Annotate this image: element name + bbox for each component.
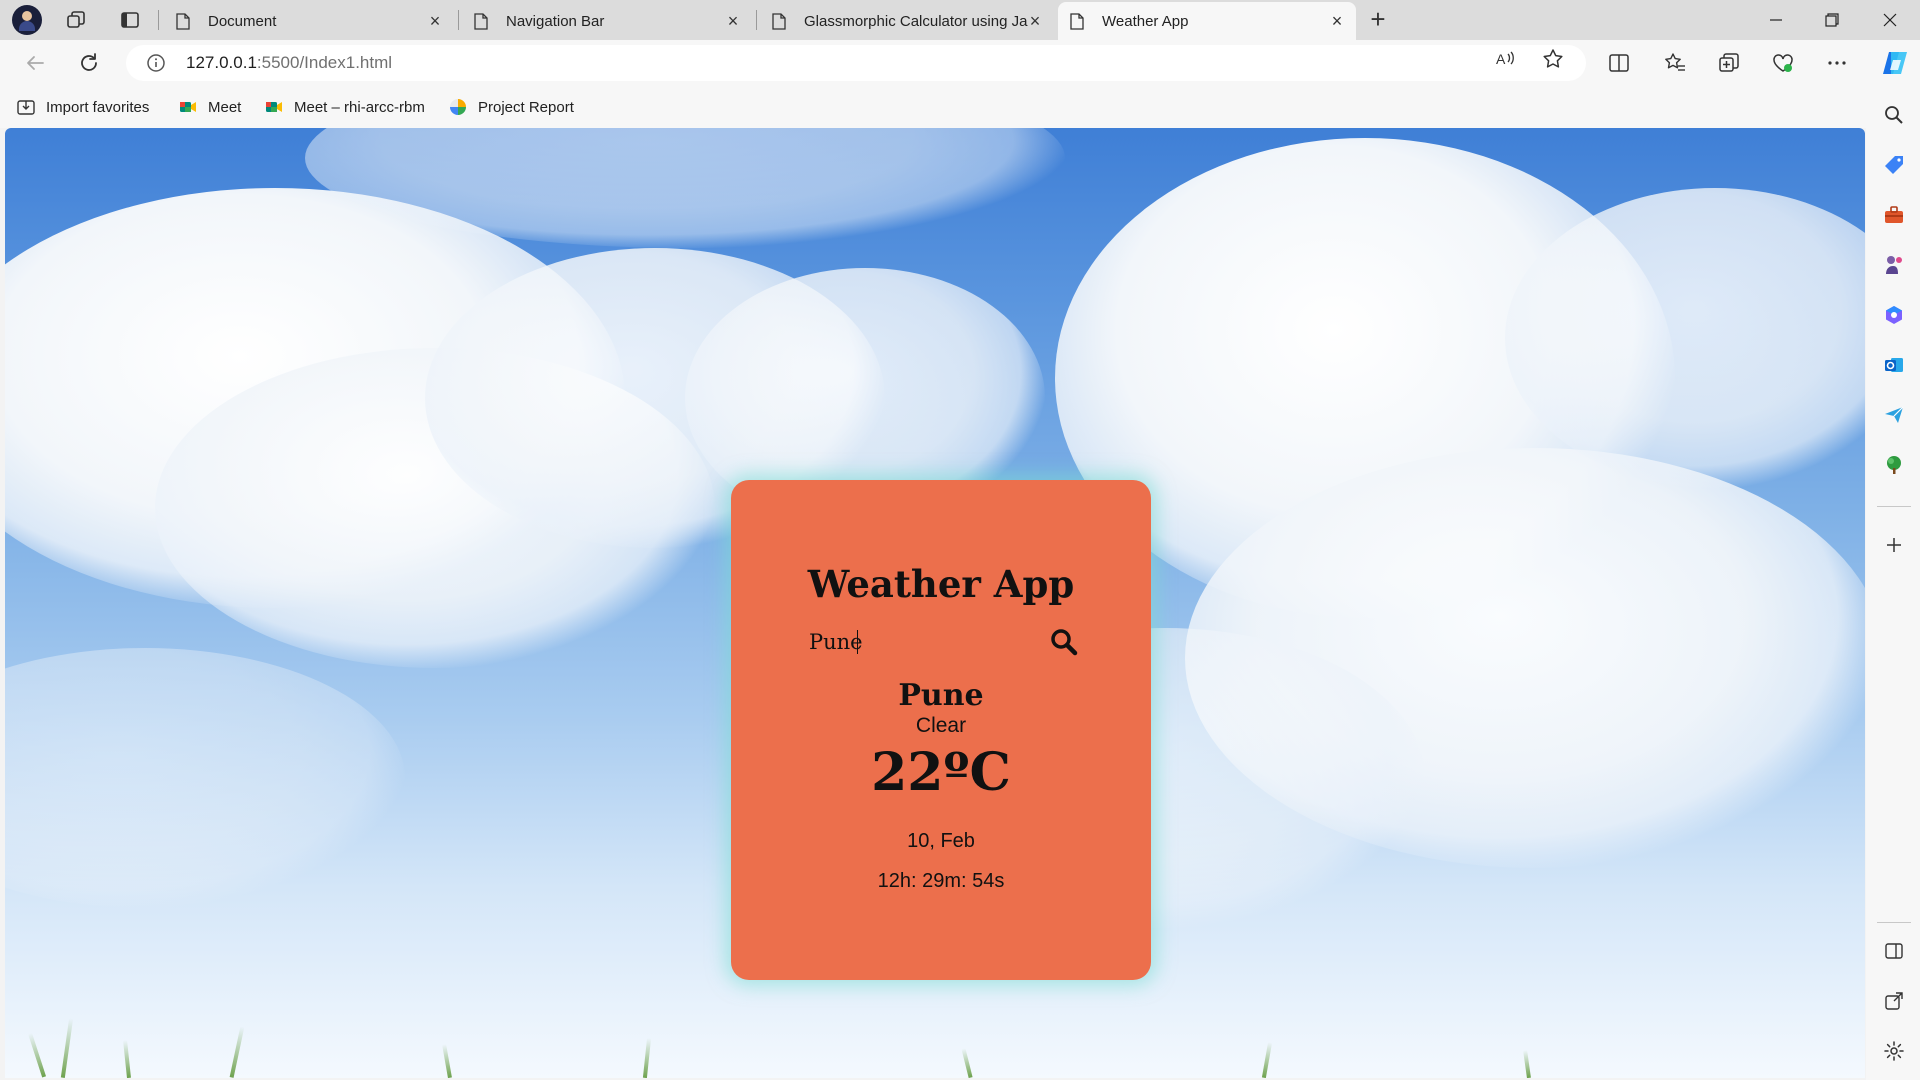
tab-title: Navigation Bar [506,12,605,30]
city-name: Pune [898,678,984,713]
grass-blade [229,1026,245,1078]
sidebar-divider [1877,506,1911,507]
hide-sidebar-icon[interactable] [1883,940,1905,962]
grass-blade [1523,1049,1531,1078]
close-icon[interactable]: × [1028,12,1042,30]
grass-blade [961,1047,973,1078]
collections-icon[interactable] [1718,52,1742,76]
favorite-label: Project Report [478,98,574,116]
url-host: 127.0.0.1 [186,53,257,72]
cloud [5,648,405,908]
split-screen-icon[interactable] [1608,52,1632,76]
send-icon[interactable] [1883,404,1905,426]
tree-icon[interactable] [1883,454,1905,476]
tab-weather-app[interactable]: Weather App × [1058,2,1356,40]
favorite-star-icon[interactable] [1542,48,1564,70]
favorite-meet-rhi-arcc-rbm[interactable]: Meet – rhi-arcc-rbm [264,96,425,118]
read-aloud-icon[interactable]: A [1494,48,1516,70]
back-button[interactable] [22,50,48,76]
restore-button[interactable] [1804,0,1860,40]
svg-text:A: A [1496,51,1506,67]
strip-divider [158,10,159,30]
shopping-tag-icon[interactable] [1883,154,1905,176]
weather-card: Weather App Pune Clear 22ºC 10, Feb 12h:… [731,480,1151,980]
tab-title: Weather App [1102,12,1189,30]
page-icon [1070,12,1084,30]
grass-blade [60,1018,74,1078]
tab-navigation-bar[interactable]: Navigation Bar × [462,2,752,40]
favorite-label: Meet [208,98,242,116]
url-text: 127.0.0.1:5500/Index1.html [186,53,392,73]
address-bar[interactable]: 127.0.0.1:5500/Index1.html [126,45,1586,81]
tab-actions-icon[interactable] [120,10,140,30]
google-meet-icon [264,97,284,117]
edge-sidebar [1866,86,1920,1080]
favorite-meet[interactable]: Meet [178,96,241,118]
search-row [809,625,1079,659]
grass-blade [123,1039,131,1078]
city-search-input[interactable] [809,625,1039,659]
address-toolbar: 127.0.0.1:5500/Index1.html A [0,40,1920,86]
refresh-button[interactable] [76,50,102,76]
more-menu-icon[interactable] [1826,52,1850,76]
page-viewport: Weather App Pune Clear 22ºC 10, Feb 12h:… [5,128,1865,1078]
tools-icon[interactable] [1883,204,1905,226]
browser-essentials-icon[interactable] [1772,52,1796,76]
close-icon[interactable]: × [1330,12,1344,30]
tab-title: Glassmorphic Calculator using Ja [804,12,1028,30]
weather-condition: Clear [915,714,967,737]
url-path: :5500/Index1.html [256,53,393,72]
sidebar-divider [1877,922,1911,923]
favorites-bar: Import favorites Meet Meet – rhi-arcc-rb… [0,86,1920,128]
profile-avatar[interactable] [12,5,42,35]
favorite-project-report[interactable]: Project Report [448,96,574,118]
time-text: 12h: 29m: 54s [877,870,1005,892]
grass-blade [442,1043,452,1078]
tab-divider [458,10,459,30]
temperature: 22ºC [871,742,1011,803]
favorite-import[interactable]: Import favorites [16,96,149,118]
tab-divider [756,10,757,30]
page-icon [176,12,190,30]
close-window-button[interactable] [1862,0,1918,40]
add-icon[interactable] [1883,534,1905,556]
minimize-button[interactable] [1748,0,1804,40]
search-icon[interactable] [1049,627,1079,657]
grass-blade [1261,1041,1273,1078]
text-caret [857,630,858,654]
close-icon[interactable]: × [428,12,442,30]
favorites-icon[interactable] [1664,52,1688,76]
search-icon[interactable] [1883,104,1905,126]
favorite-label: Import favorites [46,98,150,116]
outlook-icon[interactable] [1883,354,1905,376]
close-icon[interactable]: × [726,12,740,30]
grass-blade [27,1032,47,1078]
games-icon[interactable] [1883,254,1905,276]
import-favorites-icon [16,97,36,117]
page-icon [474,12,488,30]
site-info-icon[interactable] [146,53,166,73]
tab-glassmorphic-calculator[interactable]: Glassmorphic Calculator using Ja × [760,2,1054,40]
copilot-icon[interactable] [1880,48,1910,78]
page-icon [772,12,786,30]
date-text: 10, Feb [907,830,975,852]
tab-title: Document [208,12,277,30]
workspaces-icon[interactable] [66,10,86,30]
favorite-label: Meet – rhi-arcc-rbm [294,98,425,116]
open-external-icon[interactable] [1883,990,1905,1012]
microsoft-365-icon[interactable] [1883,304,1905,326]
tab-strip: Document × Navigation Bar × Glassmorphic… [0,0,1920,40]
project-report-icon [448,97,468,117]
tab-document[interactable]: Document × [164,2,454,40]
settings-gear-icon[interactable] [1883,1040,1905,1062]
new-tab-button[interactable]: + [1366,6,1390,32]
google-meet-icon [178,97,198,117]
app-title: Weather App [807,562,1075,606]
grass-blade [642,1037,652,1078]
